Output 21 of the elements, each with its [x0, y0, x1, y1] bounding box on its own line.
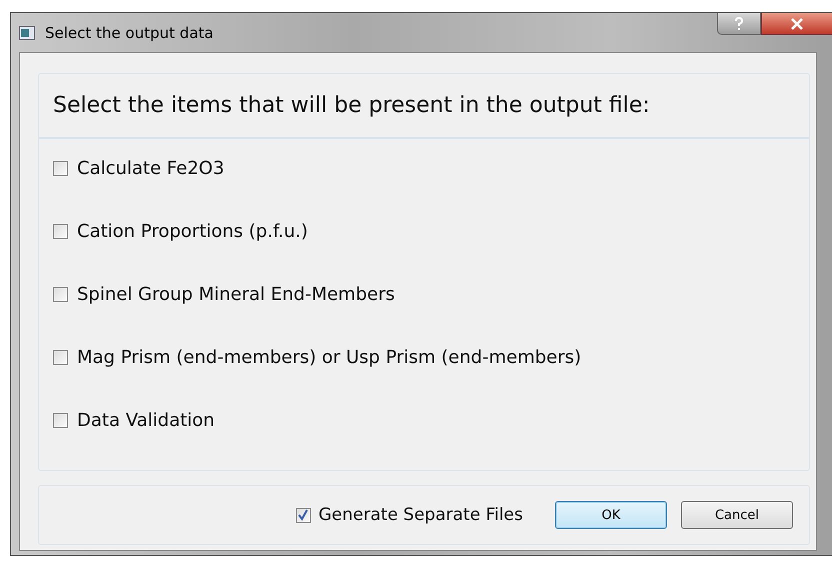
checkbox[interactable]: [53, 286, 68, 302]
checkbox-label[interactable]: Calculate Fe2O3: [77, 158, 224, 178]
checkbox[interactable]: [53, 412, 68, 428]
checkbox[interactable]: [296, 508, 310, 522]
window-title: Select the output data: [45, 24, 214, 42]
help-button[interactable]: [717, 13, 761, 35]
close-icon: [790, 18, 804, 30]
checkbox[interactable]: [53, 160, 68, 176]
panel-heading: Select the items that will be present in the output file:: [53, 93, 650, 118]
window-icon: [19, 26, 35, 40]
checkbox[interactable]: [53, 224, 68, 238]
ok-button[interactable]: OK: [555, 501, 667, 529]
checkbox-label[interactable]: Data Validation: [77, 410, 215, 430]
checkbox-label[interactable]: Spinel Group Mineral End-Members: [77, 284, 395, 304]
help-icon: [734, 16, 744, 30]
checkbox-label[interactable]: Mag Prism (end-members) or Usp Prism (end-members): [77, 346, 582, 368]
checkbox[interactable]: [53, 350, 68, 364]
close-button[interactable]: [761, 13, 832, 35]
checkbox-label[interactable]: Cation Proportions (p.f.u.): [77, 220, 308, 242]
cancel-button[interactable]: Cancel: [681, 501, 793, 529]
checkbox-label[interactable]: Generate Separate Files: [318, 505, 523, 525]
